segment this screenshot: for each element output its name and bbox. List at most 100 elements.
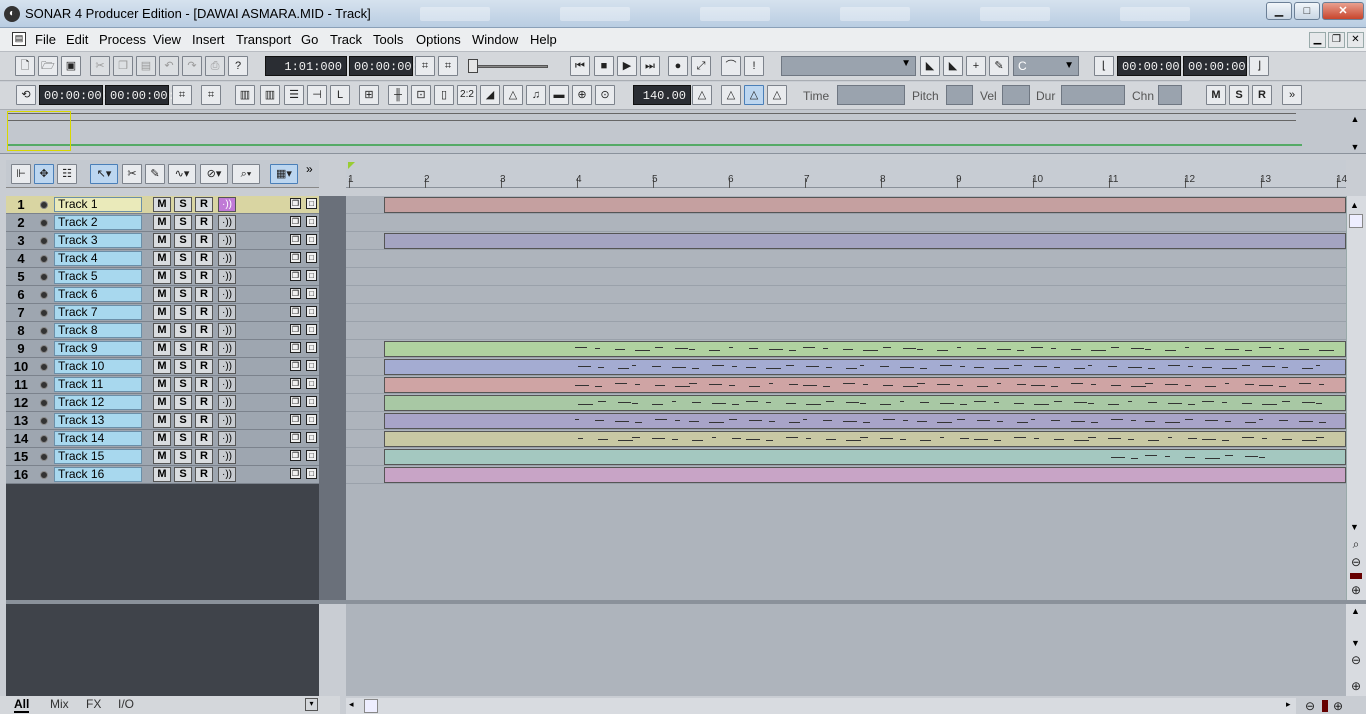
scroll-down-icon[interactable]: ▼ — [1350, 522, 1359, 532]
midi-clip[interactable] — [384, 431, 1346, 447]
maximize-strip-icon[interactable]: □ — [306, 396, 317, 407]
input-echo-icon[interactable]: ·)) — [218, 251, 236, 266]
global-solo-button[interactable]: S — [1229, 85, 1249, 105]
track-solo-button[interactable]: S — [174, 269, 192, 284]
redo-icon[interactable]: ↷ — [182, 56, 202, 76]
track-mute-button[interactable]: M — [153, 287, 171, 302]
set-thru-icon[interactable]: ⌗ — [438, 56, 458, 76]
previous-marker-icon[interactable]: ◣ — [920, 56, 940, 76]
track-mute-button[interactable]: M — [153, 395, 171, 410]
paste-icon[interactable]: ▤ — [136, 56, 156, 76]
copy-icon[interactable]: ❐ — [113, 56, 133, 76]
select-tool-icon[interactable]: ↖▾ — [90, 164, 118, 184]
from-time-display[interactable]: 00:00:00:00 — [1117, 56, 1201, 76]
document-icon[interactable]: ▤ — [12, 32, 26, 46]
menu-help[interactable]: Help — [530, 32, 557, 47]
track-row[interactable]: 4 Track 4 M S R ·)) ❐ □ — [6, 250, 319, 268]
bus-zoom-out-icon[interactable]: ⊖ — [1348, 652, 1364, 668]
track-mute-button[interactable]: M — [153, 377, 171, 392]
mute-tool-icon[interactable]: ⊘▾ — [200, 164, 228, 184]
clip-lane[interactable] — [346, 448, 1346, 466]
maximize-strip-icon[interactable]: □ — [306, 378, 317, 389]
loop-end-display[interactable]: 00:00:00:00 — [105, 85, 189, 105]
track-mute-button[interactable]: M — [153, 323, 171, 338]
input-echo-icon[interactable]: ·)) — [218, 449, 236, 464]
clip-lane[interactable] — [346, 322, 1346, 340]
clip-lane[interactable] — [346, 268, 1346, 286]
track-row[interactable]: 1 Track 1 M S R ·)) ❐ □ — [6, 196, 319, 214]
maximize-strip-icon[interactable]: □ — [306, 450, 317, 461]
track-row[interactable]: 5 Track 5 M S R ·)) ❐ □ — [6, 268, 319, 286]
track-layout-icon[interactable]: ☷ — [57, 164, 77, 184]
track-solo-button[interactable]: S — [174, 377, 192, 392]
panic-icon[interactable]: ! — [744, 56, 764, 76]
maximize-strip-icon[interactable]: □ — [306, 288, 317, 299]
track-mute-button[interactable]: M — [153, 251, 171, 266]
track-mute-button[interactable]: M — [153, 359, 171, 374]
track-mute-button[interactable]: M — [153, 215, 171, 230]
track-row[interactable]: 6 Track 6 M S R ·)) ❐ □ — [6, 286, 319, 304]
maximize-strip-icon[interactable]: □ — [306, 360, 317, 371]
track-name[interactable]: Track 9 — [54, 341, 142, 356]
navigator-pane[interactable]: ▲ ▼ — [0, 110, 1366, 154]
bus-scroll-up-icon[interactable]: ▲ — [1351, 606, 1360, 616]
track-arm-button[interactable]: R — [195, 395, 213, 410]
dur-field[interactable] — [1061, 85, 1125, 105]
new-file-icon[interactable]: 🗋 — [15, 56, 35, 76]
punch-icon[interactable]: ⌗ — [201, 85, 221, 105]
clip-lane[interactable] — [346, 214, 1346, 232]
go-to-end-icon[interactable]: ⏭ — [640, 56, 660, 76]
midi-clip[interactable] — [384, 341, 1346, 357]
marker-dropdown[interactable]: ▼ — [781, 56, 916, 76]
track-solo-button[interactable]: S — [174, 467, 192, 482]
track-solo-button[interactable]: S — [174, 215, 192, 230]
menu-transport[interactable]: Transport — [236, 32, 291, 47]
input-echo-icon[interactable]: ·)) — [218, 287, 236, 302]
sonar-app-icon[interactable]: ◐ — [4, 6, 20, 22]
tempo-tap-icon[interactable]: △ — [692, 85, 712, 105]
sysx-icon[interactable]: 2:2 — [457, 85, 477, 105]
add-marker-icon[interactable]: + — [966, 56, 986, 76]
rewind-to-start-icon[interactable]: ⏮ — [570, 56, 590, 76]
track-row[interactable]: 15 Track 15 M S R ·)) ❐ □ — [6, 448, 319, 466]
restore-strip-icon[interactable]: ❐ — [290, 342, 301, 353]
open-file-icon[interactable]: 🗁 — [38, 56, 58, 76]
clip-lane[interactable] — [346, 394, 1346, 412]
midi-clip[interactable] — [384, 377, 1346, 393]
bus-zoom-in-icon[interactable]: ⊕ — [1348, 678, 1364, 694]
pitch-field[interactable] — [946, 85, 973, 105]
track-mute-button[interactable]: M — [153, 233, 171, 248]
track-arm-button[interactable]: R — [195, 269, 213, 284]
track-name[interactable]: Track 11 — [54, 377, 142, 392]
restore-strip-icon[interactable]: ❐ — [290, 378, 301, 389]
zoom-in-h-icon[interactable]: ⊕ — [1330, 698, 1346, 714]
track-row[interactable]: 12 Track 12 M S R ·)) ❐ □ — [6, 394, 319, 412]
track-name[interactable]: Track 15 — [54, 449, 142, 464]
mixer-icon[interactable]: ╫ — [388, 85, 408, 105]
tempo-display[interactable]: 140.00 — [633, 85, 691, 105]
input-echo-icon[interactable]: ·)) — [218, 413, 236, 428]
track-solo-button[interactable]: S — [174, 197, 192, 212]
maximize-strip-icon[interactable]: □ — [306, 270, 317, 281]
restore-strip-icon[interactable]: ❐ — [290, 252, 301, 263]
thru-time-display[interactable]: 00:00:00:00 — [1183, 56, 1267, 76]
tabs-menu-icon[interactable]: ▾ — [305, 698, 318, 711]
nav-scrollbar[interactable]: ▲ ▼ — [1348, 112, 1362, 152]
cut-icon[interactable]: ✂ — [90, 56, 110, 76]
zoom-tool-icon[interactable]: ⌕▾ — [232, 164, 260, 184]
track-mute-button[interactable]: M — [153, 449, 171, 464]
big-time-icon[interactable]: ⊡ — [411, 85, 431, 105]
zoom-out-h-icon[interactable]: ⊖ — [1302, 698, 1318, 714]
clip-lane[interactable] — [346, 196, 1346, 214]
draw-tool-icon[interactable]: ✎ — [145, 164, 165, 184]
restore-strip-icon[interactable]: ❐ — [290, 450, 301, 461]
track-name[interactable]: Track 10 — [54, 359, 142, 374]
track-name[interactable]: Track 12 — [54, 395, 142, 410]
input-echo-icon[interactable]: ·)) — [218, 269, 236, 284]
mdi-minimize-button[interactable]: ▁ — [1309, 32, 1326, 48]
input-echo-icon[interactable]: ·)) — [218, 431, 236, 446]
pane-splitter[interactable] — [319, 196, 346, 600]
clip-lane[interactable] — [346, 430, 1346, 448]
now-time-display[interactable]: 1:01:000 — [265, 56, 347, 76]
track-arm-button[interactable]: R — [195, 449, 213, 464]
